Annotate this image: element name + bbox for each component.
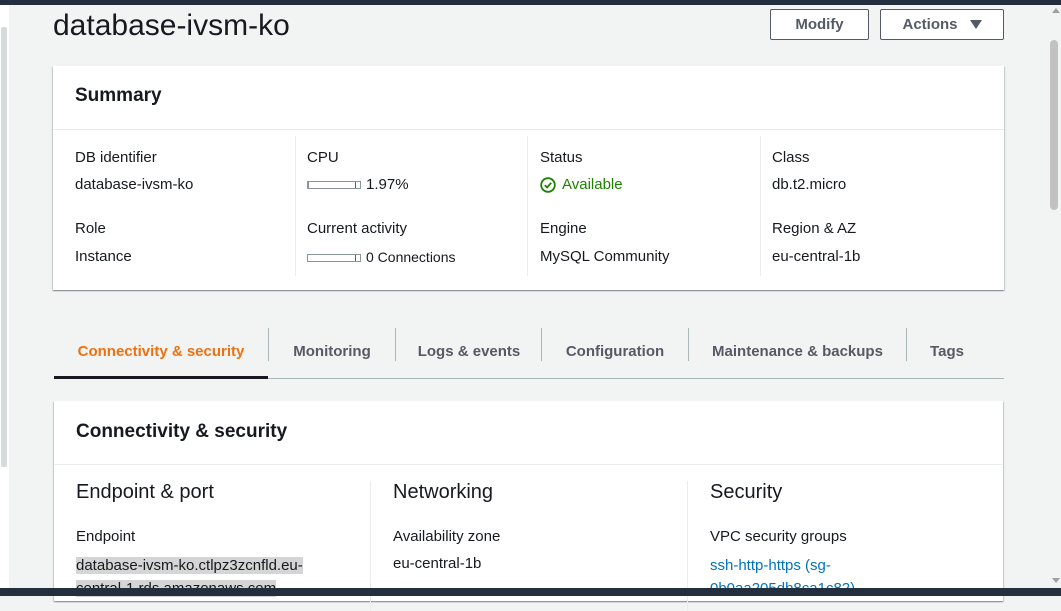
left-panel-edge	[0, 5, 9, 588]
actions-dropdown-button[interactable]: Actions	[880, 9, 1004, 40]
summary-panel: Summary DB identifier database-ivsm-ko R…	[53, 66, 1004, 290]
availability-zone-value: eu-central-1b	[393, 555, 482, 572]
connectivity-security-panel: Connectivity & security Endpoint & port …	[54, 401, 1003, 611]
role-label: Role	[75, 220, 106, 237]
tab-logs-events[interactable]: Logs & events	[396, 325, 542, 377]
caret-down-icon	[969, 20, 982, 29]
modify-button[interactable]: Modify	[770, 9, 869, 40]
region-az-label: Region & AZ	[772, 220, 857, 237]
page-scrollbar-thumb[interactable]	[1050, 40, 1058, 210]
vpc-sg-line-1: ssh-http-https (sg-	[710, 557, 831, 574]
engine-label: Engine	[540, 220, 587, 237]
bottom-bar	[0, 588, 1061, 596]
networking-heading: Networking	[393, 481, 494, 503]
endpoint-port-heading: Endpoint & port	[76, 481, 214, 503]
page-title: database-ivsm-ko	[53, 9, 290, 42]
top-nav-bar	[0, 0, 1061, 5]
column-divider	[760, 136, 761, 276]
db-identifier-value: database-ivsm-ko	[75, 176, 194, 193]
modify-button-label: Modify	[795, 16, 844, 33]
status-value: Available	[540, 176, 623, 193]
cpu-label: CPU	[307, 149, 339, 166]
tab-maintenance-backups[interactable]: Maintenance & backups	[689, 325, 906, 377]
summary-header: Summary	[53, 66, 1004, 130]
scroll-up-arrow-icon[interactable]	[1052, 8, 1060, 13]
cpu-value: 1.97%	[366, 176, 409, 193]
endpoint-line-1: database-ivsm-ko.ctlpz3zcnfld.eu-	[76, 557, 303, 574]
vpc-security-groups-label: VPC security groups	[710, 528, 847, 545]
actions-button-label: Actions	[902, 16, 958, 33]
detail-tabs: Connectivity & security Monitoring Logs …	[54, 325, 1004, 379]
tab-configuration[interactable]: Configuration	[542, 325, 688, 377]
current-activity-label: Current activity	[307, 220, 408, 237]
left-scrollbar-thumb[interactable]	[1, 27, 7, 467]
endpoint-label: Endpoint	[76, 528, 136, 545]
class-label: Class	[772, 149, 810, 166]
scroll-down-arrow-icon[interactable]	[1052, 578, 1060, 583]
check-circle-icon	[540, 176, 556, 193]
status-label: Status	[540, 149, 583, 166]
tab-monitoring[interactable]: Monitoring	[269, 325, 395, 377]
status-text: Available	[562, 176, 623, 193]
activity-bar	[307, 254, 361, 262]
security-heading: Security	[710, 481, 783, 503]
tab-connectivity-security[interactable]: Connectivity & security	[54, 325, 268, 379]
engine-value: MySQL Community	[540, 248, 670, 265]
column-divider	[295, 136, 296, 276]
current-activity-value: 0 Connections	[366, 249, 456, 265]
summary-title: Summary	[75, 85, 162, 106]
connectivity-header: Connectivity & security	[54, 401, 1003, 465]
role-value: Instance	[75, 248, 132, 265]
class-value: db.t2.micro	[772, 176, 847, 193]
db-identifier-label: DB identifier	[75, 149, 157, 166]
cpu-usage-bar	[307, 181, 361, 189]
cpu-threshold-marker	[355, 182, 356, 188]
connectivity-title: Connectivity & security	[76, 421, 288, 442]
tab-tags[interactable]: Tags	[907, 325, 987, 377]
region-az-value: eu-central-1b	[772, 248, 861, 265]
column-divider	[527, 136, 528, 276]
activity-threshold-marker	[355, 255, 356, 261]
availability-zone-label: Availability zone	[393, 528, 501, 545]
cpu-usage-fill	[308, 182, 309, 188]
